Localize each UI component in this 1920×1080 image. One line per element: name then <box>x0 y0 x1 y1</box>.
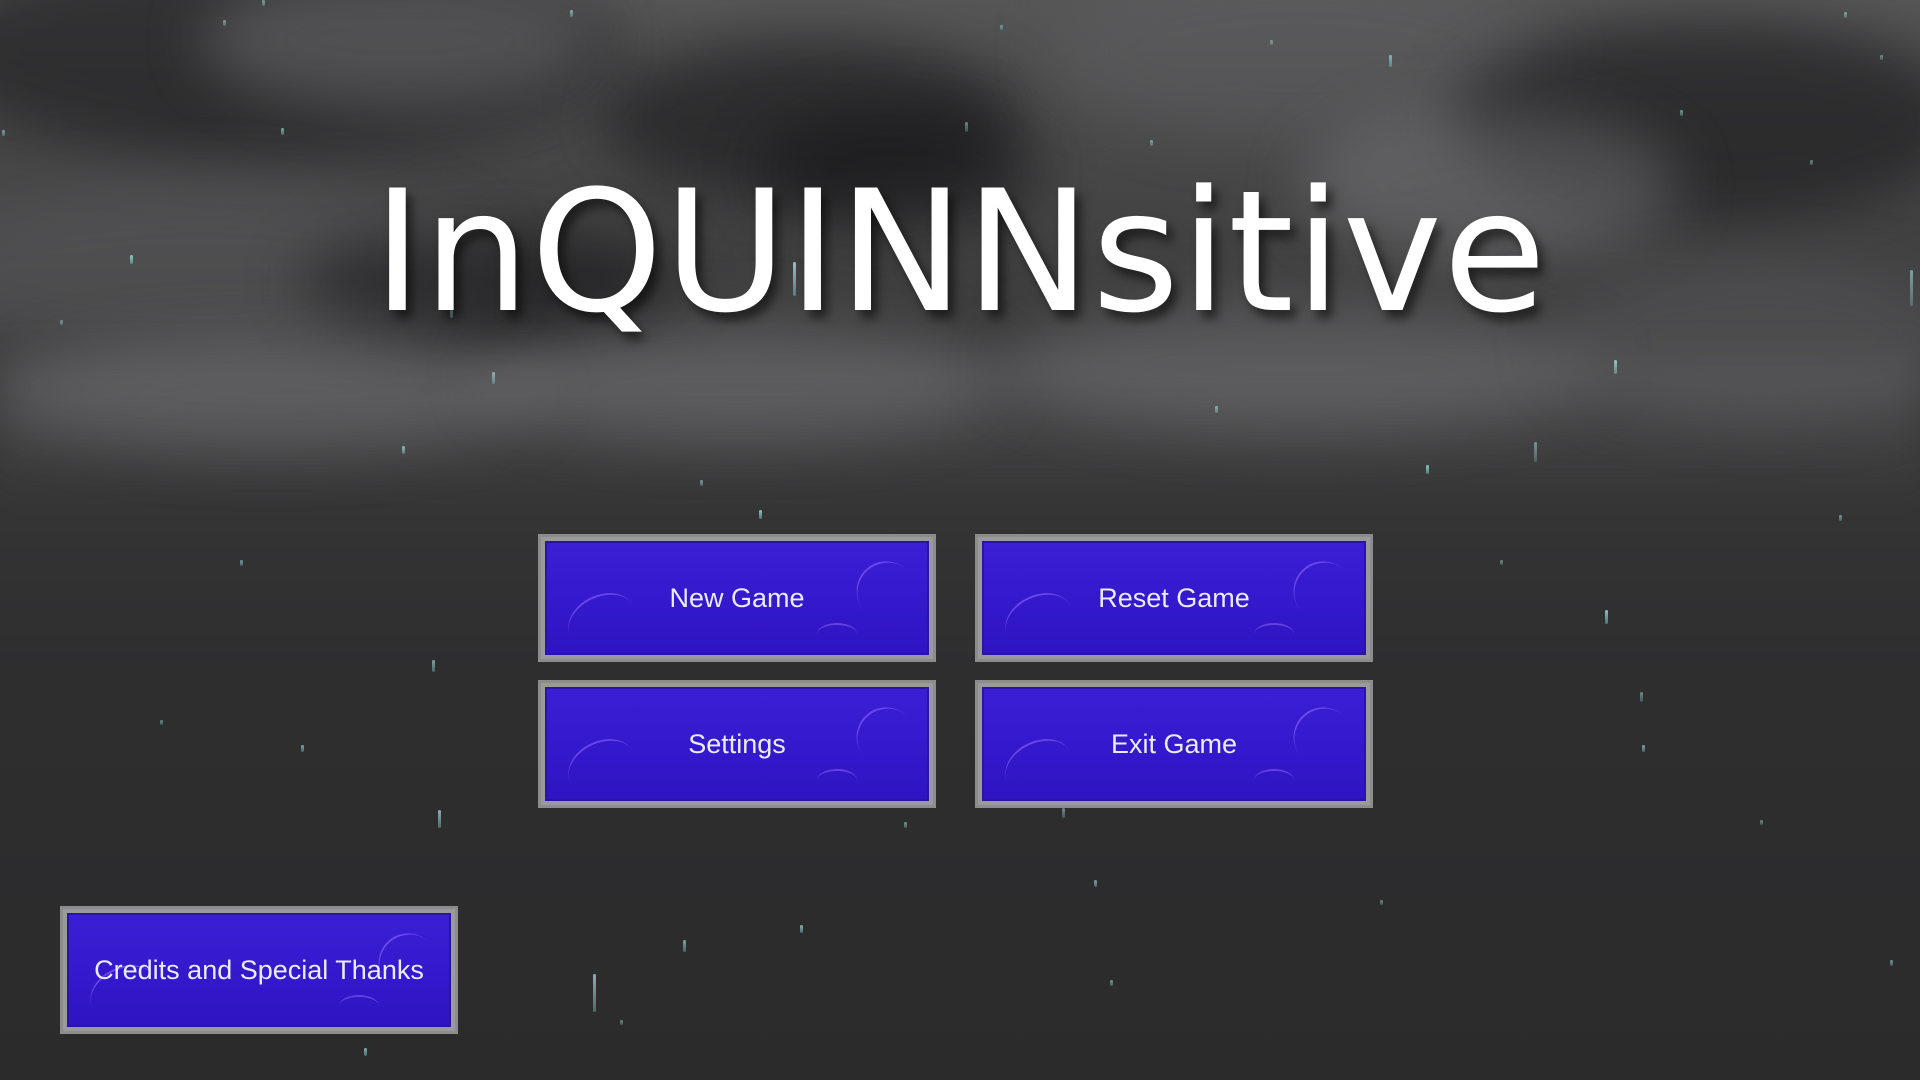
raindrop <box>1890 960 1893 966</box>
raindrop <box>1640 692 1643 702</box>
raindrop <box>1839 515 1842 521</box>
credits-label: Credits and Special Thanks <box>94 954 424 985</box>
raindrop <box>593 974 596 1012</box>
raindrop <box>1760 820 1763 825</box>
raindrop <box>683 940 686 952</box>
raindrop <box>759 510 762 519</box>
raindrop <box>281 128 284 135</box>
raindrop <box>364 1048 367 1056</box>
raindrop <box>438 810 441 828</box>
raindrop <box>160 720 163 725</box>
raindrop <box>1389 55 1392 67</box>
settings-button[interactable]: Settings <box>538 680 936 808</box>
raindrop <box>1500 560 1503 565</box>
raindrop <box>570 10 573 17</box>
credits-button[interactable]: Credits and Special Thanks <box>60 906 458 1034</box>
settings-label: Settings <box>688 728 786 759</box>
raindrop <box>1844 12 1847 18</box>
raindrop <box>223 20 226 26</box>
raindrop <box>965 122 968 132</box>
raindrop <box>620 1020 623 1025</box>
exit-game-button[interactable]: Exit Game <box>975 680 1373 808</box>
main-menu-screen: InQUINNsitive New Game Reset Game Settin… <box>0 0 1920 1080</box>
raindrop <box>1605 610 1608 624</box>
new-game-label: New Game <box>669 582 805 613</box>
raindrop <box>1810 160 1813 165</box>
raindrop <box>1062 808 1065 818</box>
raindrop <box>240 560 243 566</box>
raindrop <box>1270 40 1273 45</box>
raindrop <box>1150 140 1153 146</box>
raindrop <box>1094 880 1097 887</box>
raindrop <box>800 925 803 933</box>
game-title: InQUINNsitive <box>372 154 1548 350</box>
reset-game-button[interactable]: Reset Game <box>975 534 1373 662</box>
raindrop <box>301 745 304 752</box>
raindrop <box>432 660 435 672</box>
raindrop <box>1642 745 1645 752</box>
new-game-button[interactable]: New Game <box>538 534 936 662</box>
raindrop <box>1380 900 1383 905</box>
reset-game-label: Reset Game <box>1098 582 1250 613</box>
raindrop <box>1110 980 1113 986</box>
raindrop <box>1000 25 1003 30</box>
exit-game-label: Exit Game <box>1110 728 1238 759</box>
raindrop <box>262 0 265 6</box>
raindrop <box>904 822 907 828</box>
raindrop <box>2 130 5 136</box>
raindrop <box>1880 55 1883 60</box>
raindrop <box>1680 110 1683 116</box>
